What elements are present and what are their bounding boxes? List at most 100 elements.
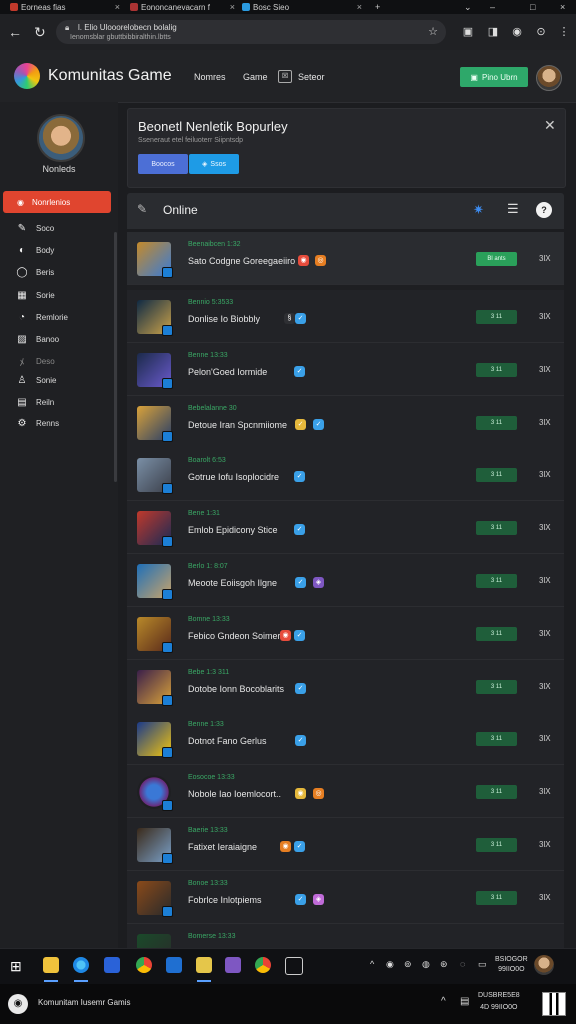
row-title[interactable]: Nobole Iao Ioemlocort.. [188, 789, 281, 799]
game-thumbnail[interactable] [137, 880, 173, 917]
app-title[interactable]: Komunitas Game [48, 67, 172, 85]
network-icon[interactable]: ◌ [460, 959, 465, 969]
tray-chevron-icon[interactable]: ^ [441, 996, 446, 1007]
row-more-button[interactable]: 3lX [539, 576, 551, 585]
game-thumbnail[interactable] [137, 511, 173, 548]
game-thumbnail[interactable] [137, 458, 173, 495]
game-list-row[interactable]: Berlo 1: 8:07 Meoote Eoiisgoh Ilgne ✓ ◈ 3 11… [127, 554, 564, 607]
game-thumbnail[interactable] [137, 564, 173, 600]
menu-more-icon[interactable]: ⊙ [535, 26, 547, 38]
game-thumbnail[interactable] [137, 300, 173, 336]
app-icon[interactable] [166, 957, 182, 973]
settings-box-icon[interactable]: ☒ [278, 70, 292, 83]
status-badge[interactable]: 3 11 [476, 362, 517, 377]
row-more-button[interactable]: 3lX [539, 734, 551, 743]
row-title[interactable]: Sato Codgne Goreegaeiiro [188, 256, 295, 266]
browser-tab[interactable]: Eorneas fias × [10, 0, 120, 14]
row-title[interactable]: Donlise Io Biobbly [188, 314, 260, 324]
game-thumbnail[interactable] [137, 405, 173, 442]
status-badge[interactable]: 3 11 [476, 468, 517, 483]
folder-icon[interactable] [196, 957, 212, 973]
user-avatar[interactable] [536, 65, 562, 91]
app-logo-icon[interactable]: ◉ [8, 994, 28, 1014]
status-badge[interactable]: 3 11 [476, 521, 517, 536]
tray-chevron-icon[interactable]: ^ [370, 959, 374, 969]
tab-search-icon[interactable]: ⌄ [464, 0, 472, 14]
status-badge[interactable]: Bl ants [476, 252, 517, 266]
game-list-row[interactable]: Benne 13:33 Pelon'Goed Iormide ✓ 3 11 3lX [127, 342, 564, 396]
row-title[interactable]: Meoote Eoiisgoh Ilgne [188, 578, 277, 588]
taskbar-clock[interactable]: BSIOGOR 99IIO0O [495, 955, 528, 975]
url-field[interactable]: 🔒︎ l. Elio Ulooorelobecn bolalig Ienomsb… [56, 20, 446, 44]
help-icon[interactable]: ? [536, 202, 552, 218]
sidebar-item[interactable]: ⚙ Renns [16, 416, 60, 430]
status-badge[interactable]: 3 11 [476, 626, 517, 641]
row-more-button[interactable]: 3lX [539, 629, 551, 638]
status-badge[interactable]: 3 11 [476, 890, 517, 905]
row-more-button[interactable]: 3lX [539, 470, 551, 479]
status-badge[interactable]: 3 11 [476, 732, 517, 747]
settings-icon[interactable]: ✷ [473, 202, 484, 218]
row-more-button[interactable]: 3lX [539, 787, 551, 796]
game-thumbnail[interactable] [137, 775, 173, 812]
sidebar-item[interactable]: ▤ Reiln [16, 395, 54, 409]
nav-link[interactable]: Seteor [298, 72, 325, 82]
sidebar-item[interactable]: ▨ Banoo [16, 332, 59, 346]
edge-browser-icon[interactable] [73, 957, 89, 973]
tray-app-icon[interactable]: ◍ [422, 959, 430, 970]
game-list-row[interactable]: Bebelalanne 30 Detoue Iran Spcnmiiome ✓ ✓ 3 … [127, 395, 564, 449]
bottom-clock[interactable]: DUSBRE5E8 4D 99IIO0O [478, 990, 520, 1014]
row-more-button[interactable]: 3lX [539, 682, 551, 691]
minimize-icon[interactable]: – [490, 0, 495, 14]
game-thumbnail[interactable] [137, 352, 173, 389]
game-list-row[interactable]: Bene 1:31 Emlob Epidicony Stice ✓ 3 11 3lX [127, 501, 564, 555]
window-close-icon[interactable]: × [560, 0, 565, 14]
browser-tab-active[interactable]: Bosc Sieo × [242, 0, 362, 14]
sidebar-item[interactable]: ✎ Soco [16, 221, 54, 235]
status-badge[interactable]: 3 11 [476, 838, 517, 852]
store-icon[interactable] [104, 957, 120, 973]
sidebar-item[interactable]: ◯ Beris [16, 265, 54, 279]
close-icon[interactable]: ✕ [544, 117, 556, 134]
row-more-button[interactable]: 3lX [539, 254, 551, 263]
status-badge[interactable]: 3 11 [476, 310, 517, 324]
tab-close-icon[interactable]: × [357, 2, 362, 12]
row-more-button[interactable]: 3lX [539, 365, 551, 374]
keyboard-icon[interactable]: ▭ [478, 959, 487, 970]
row-title[interactable]: Fatixet Ieraiaigne [188, 842, 257, 852]
back-icon[interactable]: ← [8, 25, 22, 39]
game-list-row[interactable]: Bonoe 13:33 Fobrlce Inlotpiems ✓ ◈ 3 11 3lX [127, 870, 564, 924]
taskbar-avatar[interactable] [534, 955, 554, 975]
reload-icon[interactable]: ↻ [34, 25, 46, 39]
row-more-button[interactable]: 3lX [539, 418, 551, 427]
sidebar-item[interactable]: ◔ Remlorie [16, 310, 68, 324]
tray-app-icon[interactable]: ⊚ [404, 959, 412, 970]
game-list-row[interactable]: Bebe 1:3 311 Dotobe Ionn Bocoblarits ✓ 3 11… [127, 659, 564, 713]
account-icon[interactable]: ◉ [511, 26, 523, 38]
sidebar-item[interactable]: ▦ Sorie [16, 288, 54, 302]
status-badge[interactable]: 3 11 [476, 785, 517, 800]
visual-studio-icon[interactable] [225, 957, 241, 973]
row-title[interactable]: Dotobe Ionn Bocoblarits [188, 684, 284, 694]
row-more-button[interactable]: 3lX [539, 523, 551, 532]
status-badge[interactable]: 3 11 [476, 574, 517, 588]
status-badge[interactable]: 3 11 [476, 415, 517, 430]
row-more-button[interactable]: 3lX [539, 840, 551, 849]
maximize-icon[interactable]: □ [530, 0, 535, 14]
row-title[interactable]: Detoue Iran Spcnmiiome [188, 420, 287, 430]
file-explorer-icon[interactable] [43, 957, 59, 973]
row-title[interactable]: Pelon'Goed Iormide [188, 367, 267, 377]
game-list-row[interactable]: Eosocoe 13:33 Nobole Iao Ioemlocort.. ◉ ◎ 3 … [127, 765, 564, 819]
game-list-row[interactable]: Beenaibcen 1:32 Sato Codgne Goreegaeiiro ◉… [127, 232, 564, 285]
list-view-icon[interactable]: ☰ [507, 201, 519, 217]
tab-close-icon[interactable]: × [230, 2, 235, 12]
profile-avatar[interactable] [37, 114, 85, 162]
chrome-icon[interactable] [255, 957, 271, 973]
status-badge[interactable]: 3 11 [476, 679, 517, 694]
sidebar-item-active[interactable]: ◉ Nonrlenios [3, 191, 111, 213]
notification-icon[interactable]: ▤ [460, 996, 469, 1007]
row-more-button[interactable]: 3lX [539, 893, 551, 902]
tray-app-icon[interactable]: ⊛ [440, 959, 448, 970]
qr-code-icon[interactable] [542, 992, 566, 1016]
game-thumbnail[interactable] [137, 616, 173, 653]
